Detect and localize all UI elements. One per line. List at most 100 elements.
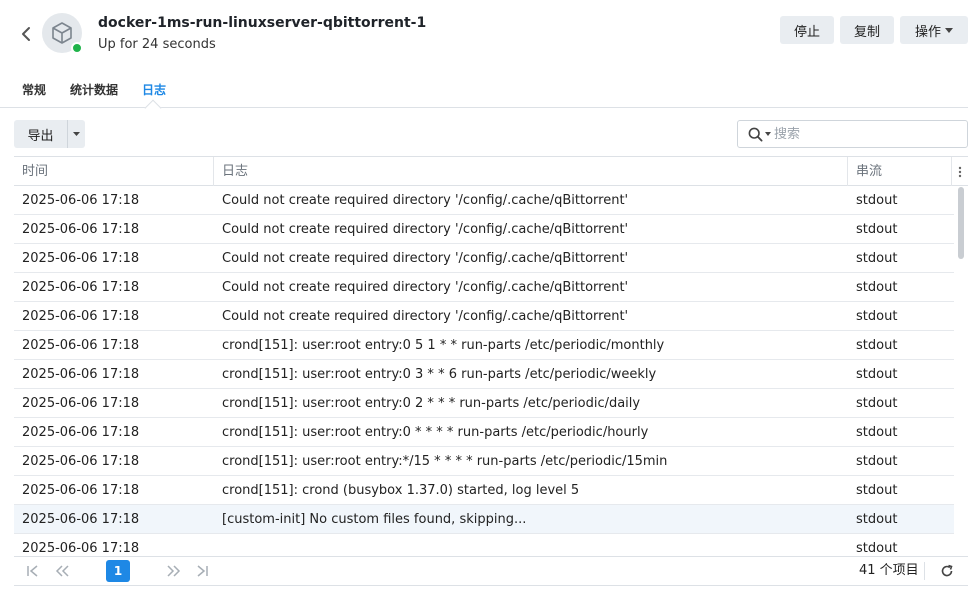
cell-time: 2025-06-06 17:18 <box>22 483 140 498</box>
cell-log: Could not create required directory '/co… <box>222 193 629 208</box>
table-row[interactable]: 2025-06-06 17:18 crond[151]: user:root en… <box>14 447 954 476</box>
cell-time: 2025-06-06 17:18 <box>22 425 140 440</box>
cell-log: crond[151]: user:root entry:*/15 * * * *… <box>222 454 668 469</box>
first-page-icon <box>27 565 38 577</box>
cell-log: Could not create required directory '/co… <box>222 251 629 266</box>
last-page-icon <box>197 565 208 577</box>
more-vertical-icon <box>958 166 962 177</box>
export-button[interactable]: 导出 <box>14 120 68 148</box>
running-status-dot <box>71 42 83 54</box>
export-dropdown-button[interactable] <box>68 120 85 148</box>
table-row[interactable]: 2025-06-06 17:18 Could not create require… <box>14 186 954 215</box>
cell-log: Could not create required directory '/co… <box>222 280 629 295</box>
refresh-icon <box>941 564 953 577</box>
cell-log <box>214 534 848 556</box>
table-scrollbar[interactable] <box>958 187 964 259</box>
table-row[interactable]: 2025-06-06 17:18 Could not create require… <box>14 273 954 302</box>
back-button[interactable] <box>16 22 36 46</box>
double-chevron-right-icon <box>167 565 181 577</box>
cell-stream: stdout <box>856 512 898 527</box>
double-chevron-left-icon <box>55 565 69 577</box>
cell-log: crond[151]: user:root entry:0 * * * * ru… <box>222 425 649 440</box>
cell-stream: stdout <box>856 367 898 382</box>
cell-stream: stdout <box>856 483 898 498</box>
cell-time: 2025-06-06 17:18 <box>22 309 140 324</box>
container-uptime: Up for 24 seconds <box>98 37 216 52</box>
cell-stream: stdout <box>856 280 898 295</box>
tab-general[interactable]: 常规 <box>22 81 46 98</box>
cell-stream: stdout <box>856 454 898 469</box>
chevron-left-icon <box>22 27 30 41</box>
log-table: 时间 日志 串流 2025-06-06 17:18 Could not creat… <box>14 156 968 556</box>
current-page-button[interactable]: 1 <box>106 560 130 582</box>
cell-time: 2025-06-06 17:18 <box>22 251 140 266</box>
cell-stream: stdout <box>856 396 898 411</box>
export-button-group: 导出 <box>14 120 85 148</box>
tab-statistics[interactable]: 统计数据 <box>70 81 118 98</box>
table-header: 时间 日志 串流 <box>14 157 968 186</box>
pagination-bar: 1 41 个项目 <box>14 556 968 586</box>
cell-log: Could not create required directory '/co… <box>222 309 629 324</box>
table-row[interactable]: 2025-06-06 17:18 crond[151]: user:root en… <box>14 331 954 360</box>
total-items-count: 41 个项目 <box>859 563 919 578</box>
table-row[interactable]: 2025-06-06 17:18 crond[151]: user:root en… <box>14 418 954 447</box>
cell-log: crond[151]: user:root entry:0 5 1 * * ru… <box>222 338 665 353</box>
cell-log: crond[151]: user:root entry:0 3 * * 6 ru… <box>222 367 657 382</box>
copy-button[interactable]: 复制 <box>840 16 894 44</box>
column-header-stream[interactable]: 串流 <box>848 157 952 186</box>
next-page-button[interactable] <box>163 560 185 582</box>
table-row[interactable]: 2025-06-06 17:18 Could not create require… <box>14 215 954 244</box>
action-menu-label: 操作 <box>914 24 941 40</box>
cell-log: Could not create required directory '/co… <box>222 222 629 237</box>
active-tab-pointer <box>144 99 162 117</box>
cell-log: [custom-init] No custom files found, ski… <box>222 512 527 527</box>
search-input[interactable] <box>774 122 967 146</box>
action-menu-button[interactable]: 操作 <box>900 16 968 44</box>
cell-time: 2025-06-06 17:18 <box>22 193 140 208</box>
last-page-button[interactable] <box>191 560 213 582</box>
cell-time: 2025-06-06 17:18 <box>22 280 140 295</box>
cell-time: 2025-06-06 17:18 <box>22 222 140 237</box>
cell-stream: stdout <box>856 222 898 237</box>
column-options-button[interactable] <box>952 157 968 186</box>
cell-log: crond[151]: user:root entry:0 2 * * * ru… <box>222 396 641 411</box>
table-body: 2025-06-06 17:18 Could not create require… <box>14 186 954 556</box>
cell-time: 2025-06-06 17:18 <box>22 512 140 527</box>
previous-page-button[interactable] <box>51 560 73 582</box>
search-icon <box>748 127 762 141</box>
caret-down-icon <box>764 132 771 136</box>
cell-time: 2025-06-06 17:18 <box>22 367 140 382</box>
column-header-log[interactable]: 日志 <box>214 157 848 186</box>
cell-stream: stdout <box>856 193 898 208</box>
cell-time: 2025-06-06 17:18 <box>22 338 140 353</box>
footer-divider <box>924 562 925 580</box>
table-row[interactable]: 2025-06-06 17:18 crond[151]: crond (busyb… <box>14 476 954 505</box>
cell-time: 2025-06-06 17:18 <box>22 541 140 556</box>
table-row[interactable]: 2025-06-06 17:18 crond[151]: user:root en… <box>14 389 954 418</box>
cell-stream: stdout <box>856 425 898 440</box>
tab-bar: 常规 统计数据 日志 <box>0 74 968 117</box>
refresh-button[interactable] <box>936 560 958 582</box>
caret-down-icon <box>73 132 80 136</box>
table-row[interactable]: 2025-06-06 17:18 Could not create require… <box>14 302 954 331</box>
cell-stream: stdout <box>856 541 898 556</box>
table-row[interactable]: 2025-06-06 17:18 crond[151]: user:root en… <box>14 360 954 389</box>
cell-stream: stdout <box>856 338 898 353</box>
cell-time: 2025-06-06 17:18 <box>22 454 140 469</box>
search-box <box>737 120 968 148</box>
table-row[interactable]: 2025-06-06 17:18 [custom-init] No custom … <box>14 505 954 534</box>
cube-icon <box>52 22 72 44</box>
stop-button[interactable]: 停止 <box>780 16 834 44</box>
first-page-button[interactable] <box>22 560 44 582</box>
cell-stream: stdout <box>856 309 898 324</box>
table-row[interactable]: 2025-06-06 17:18 Could not create require… <box>14 244 954 273</box>
cell-time: 2025-06-06 17:18 <box>22 396 140 411</box>
column-header-time[interactable]: 时间 <box>14 157 214 186</box>
search-filter-button[interactable] <box>738 121 774 147</box>
container-header: docker-1ms-run-linuxserver-qbittorrent-1… <box>0 0 977 66</box>
cell-log: crond[151]: crond (busybox 1.37.0) start… <box>222 483 580 498</box>
tab-log[interactable]: 日志 <box>142 81 166 98</box>
table-row[interactable]: 2025-06-06 17:18 stdout <box>14 534 954 556</box>
container-title: docker-1ms-run-linuxserver-qbittorrent-1 <box>98 15 427 31</box>
cell-stream: stdout <box>856 251 898 266</box>
